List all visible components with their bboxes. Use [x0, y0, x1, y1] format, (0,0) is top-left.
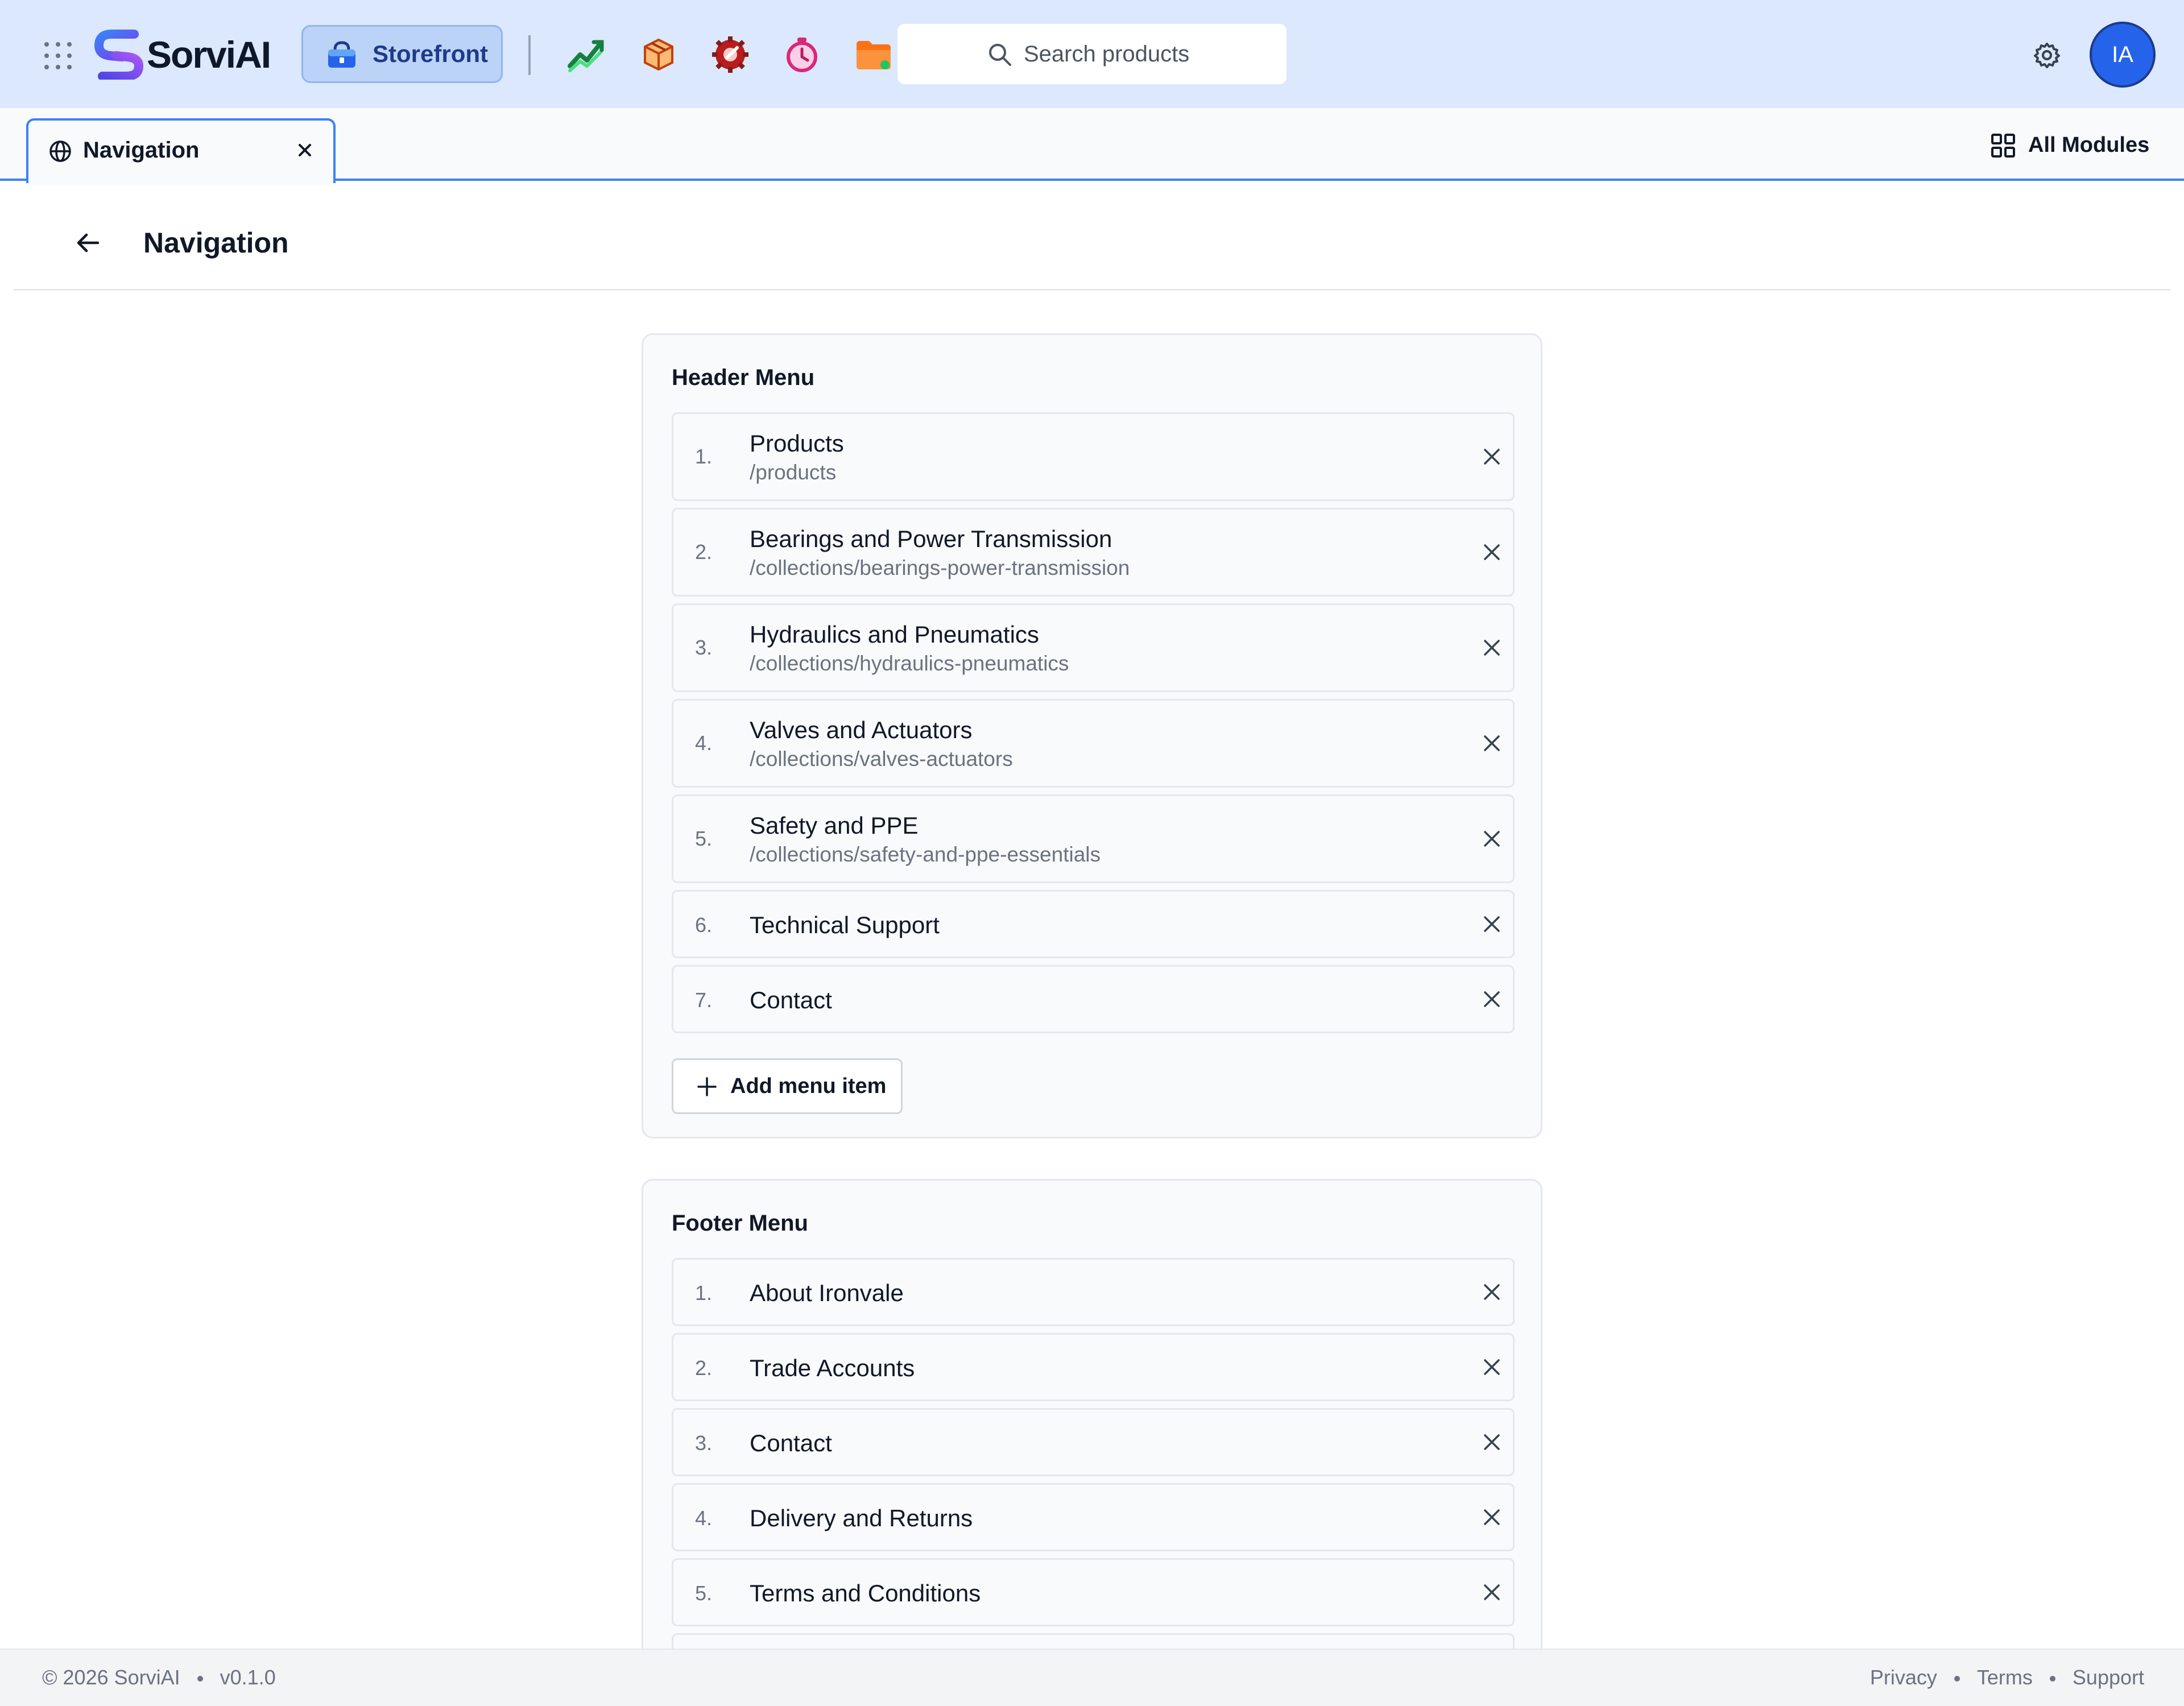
remove-item-icon[interactable]	[1481, 446, 1503, 467]
main-content: Header Menu 1. Products /products 2. Bea…	[0, 291, 2184, 1649]
item-number: 3.	[695, 636, 713, 659]
footer-menu-card: Footer Menu 1. About Ironvale 2. Trade A…	[642, 1179, 1542, 1649]
item-url: /collections/valves-actuators	[750, 747, 1013, 771]
menu-item-row[interactable]: 2. Trade Accounts	[672, 1333, 1515, 1401]
item-title: Hydraulics and Pneumatics	[750, 621, 1039, 648]
remove-item-icon[interactable]	[1481, 1431, 1503, 1453]
item-title: About Ironvale	[750, 1280, 904, 1306]
remove-item-icon[interactable]	[1481, 828, 1503, 850]
item-url: /collections/hydraulics-pneumatics	[750, 652, 1069, 675]
menu-item-row[interactable]: 1. About Ironvale	[672, 1258, 1515, 1326]
timer-icon[interactable]	[781, 34, 822, 75]
orders-box-icon[interactable]	[638, 34, 679, 75]
remove-item-icon[interactable]	[1481, 1281, 1503, 1303]
item-number: 4.	[695, 731, 713, 755]
remove-item-icon[interactable]	[1481, 732, 1503, 754]
page-footer: © 2026 SorviAI v0.1.0 Privacy Terms Support	[0, 1649, 2184, 1706]
search-input[interactable]	[1024, 35, 1274, 73]
item-number: 5.	[695, 1581, 713, 1605]
menu-item-row[interactable]: 2. Bearings and Power Transmission /coll…	[672, 508, 1515, 597]
menu-item-row[interactable]: 7. Contact	[672, 965, 1515, 1033]
terms-link[interactable]: Terms	[1977, 1666, 2033, 1689]
support-link[interactable]: Support	[2073, 1666, 2144, 1689]
remove-item-icon[interactable]	[1481, 913, 1503, 935]
item-title: Terms and Conditions	[750, 1580, 981, 1606]
tab-label: Navigation	[83, 138, 200, 163]
item-title: Contact	[750, 1430, 832, 1456]
remove-item-icon[interactable]	[1481, 1506, 1503, 1528]
footer-dot	[2049, 1676, 2055, 1682]
privacy-link[interactable]: Privacy	[1870, 1666, 1937, 1689]
copyright-text: © 2026 SorviAI	[42, 1666, 180, 1689]
item-url: /products	[750, 461, 837, 484]
folder-icon[interactable]	[853, 34, 894, 75]
item-title: Safety and PPE	[750, 812, 919, 839]
tab-close-icon[interactable]	[295, 140, 315, 160]
menu-item-row[interactable]: 1. Products /products	[672, 412, 1515, 501]
footer-dot	[197, 1676, 203, 1682]
item-number: 7.	[695, 988, 713, 1012]
service-tools-icon[interactable]	[710, 34, 751, 75]
item-url: /collections/bearings-power-transmission	[750, 556, 1130, 579]
version-text: v0.1.0	[220, 1666, 276, 1689]
item-number: 2.	[695, 1356, 713, 1380]
all-modules-label: All Modules	[2028, 133, 2150, 157]
item-number: 4.	[695, 1506, 713, 1530]
item-title: Bearings and Power Transmission	[750, 525, 1112, 552]
footer-left: © 2026 SorviAI v0.1.0	[42, 1650, 276, 1705]
footer-menu-title: Footer Menu	[672, 1211, 808, 1236]
item-title: Technical Support	[750, 912, 940, 938]
item-number: 3.	[695, 1431, 713, 1455]
header-menu-card: Header Menu 1. Products /products 2. Bea…	[642, 333, 1542, 1138]
search-bar[interactable]	[897, 24, 1287, 84]
page-title: Navigation	[143, 227, 289, 259]
settings-gear-icon[interactable]	[2033, 41, 2061, 69]
analytics-icon[interactable]	[565, 34, 606, 75]
back-arrow-icon[interactable]	[74, 229, 102, 257]
menu-item-row[interactable]: 6. Technical Support	[672, 890, 1515, 958]
footer-links: Privacy Terms Support	[1870, 1650, 2144, 1705]
add-menu-item-button[interactable]: Add menu item	[672, 1058, 903, 1114]
toolbar-divider	[528, 35, 531, 75]
menu-item-row[interactable]: 3. Hydraulics and Pneumatics /collection…	[672, 603, 1515, 692]
item-title: Trade Accounts	[750, 1355, 915, 1381]
storefront-module-label: Storefront	[373, 40, 488, 67]
top-bar: SorviAI Storefront Search products IA	[0, 0, 2184, 108]
menu-item-row[interactable]: 4. Delivery and Returns	[672, 1483, 1515, 1551]
menu-item-row[interactable]: 5. Terms and Conditions	[672, 1558, 1515, 1626]
remove-item-icon[interactable]	[1481, 637, 1503, 659]
user-avatar[interactable]: IA	[2090, 22, 2156, 88]
menu-item-row[interactable]: 5. Safety and PPE /collections/safety-an…	[672, 794, 1515, 883]
item-title: Delivery and Returns	[750, 1505, 973, 1531]
item-number: 1.	[695, 445, 713, 468]
item-number: 2.	[695, 540, 713, 564]
menu-item-row[interactable]: 3. Contact	[672, 1408, 1515, 1476]
remove-item-icon[interactable]	[1481, 1356, 1503, 1378]
remove-item-icon[interactable]	[1481, 988, 1503, 1010]
store-bag-icon	[328, 41, 355, 68]
globe-icon	[49, 140, 71, 162]
brand-name: SorviAI	[147, 34, 271, 76]
remove-item-icon[interactable]	[1481, 541, 1503, 563]
remove-item-icon[interactable]	[1481, 1581, 1503, 1603]
item-number: 5.	[695, 827, 713, 850]
item-title: Valves and Actuators	[750, 717, 973, 743]
item-number: 1.	[695, 1281, 713, 1305]
add-menu-item-label: Add menu item	[730, 1074, 887, 1098]
menu-item-row[interactable]: 4. Valves and Actuators /collections/val…	[672, 699, 1515, 788]
item-url: /collections/safety-and-ppe-essentials	[750, 843, 1101, 866]
storefront-module-button[interactable]: Storefront	[301, 25, 503, 83]
item-number: 6.	[695, 913, 713, 937]
search-icon	[989, 44, 1011, 66]
modules-grid-icon	[1991, 134, 2015, 158]
menu-item-row[interactable]	[672, 1633, 1515, 1649]
item-title: Products	[750, 430, 844, 457]
app-launcher-icon[interactable]	[44, 42, 72, 69]
brand-logo-icon	[94, 30, 143, 80]
item-title: Contact	[750, 987, 832, 1013]
footer-dot	[1954, 1676, 1960, 1682]
plus-icon	[697, 1077, 717, 1096]
header-menu-title: Header Menu	[672, 365, 815, 390]
tab-navigation[interactable]: Navigation	[26, 118, 336, 185]
